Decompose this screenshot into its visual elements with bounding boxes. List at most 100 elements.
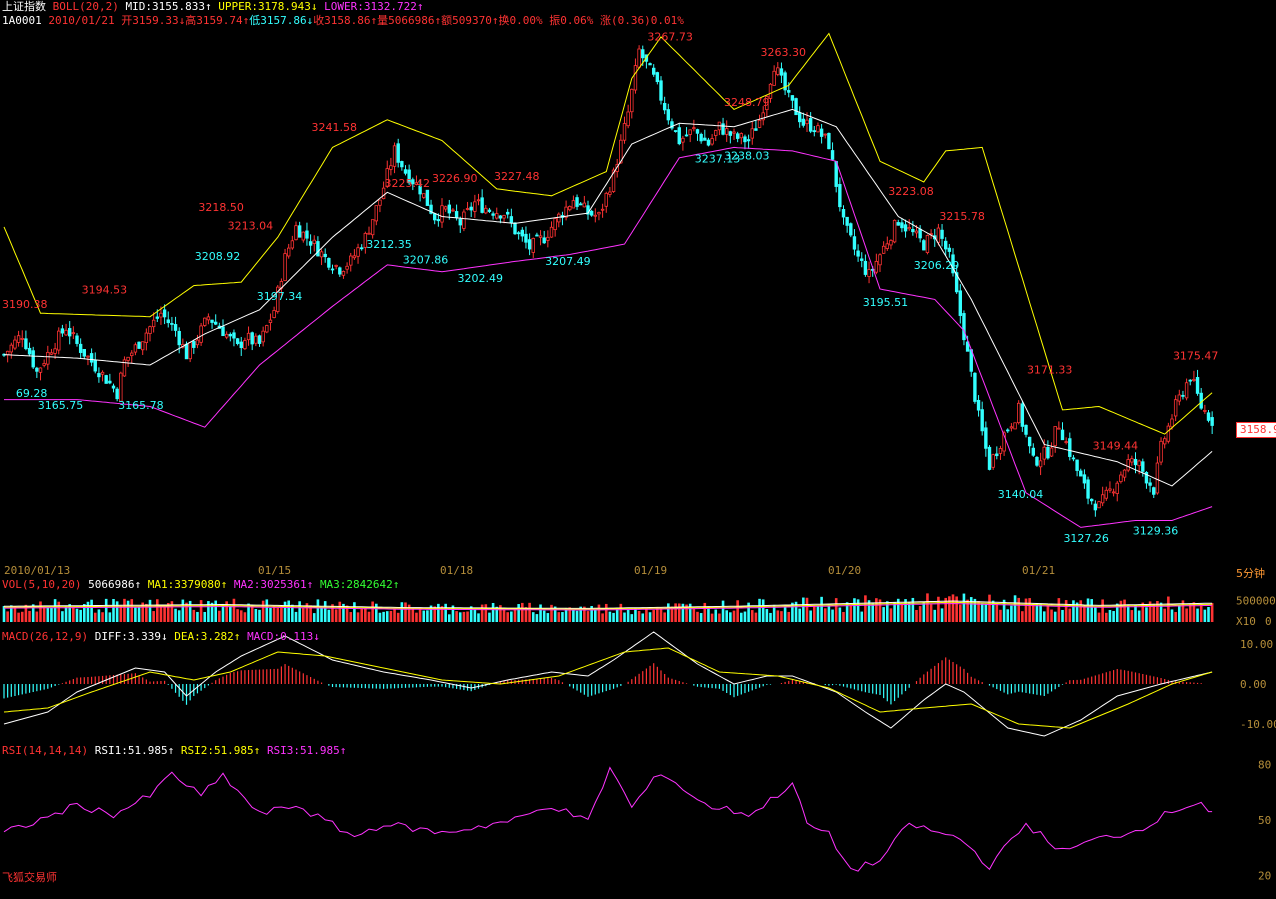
volume-bar: [980, 603, 984, 622]
candle-body: [151, 319, 156, 328]
candle-body: [987, 446, 992, 470]
candle-body: [703, 137, 707, 141]
candle-body: [633, 65, 638, 91]
vol-value: 5066986↑: [88, 578, 142, 591]
price-annotation: 3202.49: [458, 272, 504, 285]
candle-body: [213, 321, 218, 325]
candle-body: [1155, 462, 1160, 494]
period-selector[interactable]: 5分钟: [1236, 565, 1265, 581]
volume-bar: [1079, 600, 1083, 622]
candle-body: [626, 111, 630, 127]
volume-bar: [809, 610, 812, 622]
volume-bar: [736, 600, 739, 622]
volume-bar: [258, 609, 261, 622]
volume-bar: [539, 604, 542, 622]
time-axis-label: 01/21: [1022, 564, 1055, 577]
candle-body: [816, 125, 820, 133]
rsi1-value: RSI1:51.985↑: [94, 744, 175, 757]
volume-bar: [926, 593, 929, 622]
candle-body: [1049, 447, 1054, 457]
volume-bar: [918, 606, 922, 622]
candle-body: [845, 216, 849, 226]
volume-bar: [984, 604, 988, 622]
candle-body: [1079, 470, 1083, 477]
volume-bar: [53, 599, 57, 622]
volume-bar: [692, 608, 696, 622]
volume-bar: [718, 613, 721, 622]
volume-bar: [1185, 608, 1188, 622]
candle-body: [1108, 488, 1112, 491]
volume-bar: [473, 608, 477, 622]
volume-bar: [802, 597, 805, 622]
volume-bar: [203, 611, 207, 622]
candle-body: [111, 385, 116, 389]
volume-bar: [732, 610, 736, 622]
candle-body: [1133, 458, 1138, 466]
volume-bar: [90, 599, 93, 622]
candle-body: [476, 199, 481, 202]
candle-body: [64, 329, 68, 336]
candle-body: [790, 95, 795, 101]
candle-body: [1192, 378, 1196, 381]
brand-label: 飞狐交易师: [2, 871, 57, 884]
volume-bar: [528, 602, 531, 622]
candle-body: [349, 255, 353, 266]
candle-body: [38, 367, 43, 373]
volume-bar: [769, 612, 772, 622]
candle-body: [505, 211, 510, 215]
candle-body: [1111, 491, 1116, 494]
volume-bar: [776, 610, 780, 622]
volume-bar: [517, 604, 520, 622]
candle-body: [1075, 459, 1079, 471]
volume-bar: [597, 604, 601, 622]
volume-bar: [1123, 599, 1126, 622]
volume-bar: [1167, 596, 1170, 622]
volume-bar: [1094, 607, 1097, 622]
candle-body: [714, 130, 718, 136]
volume-bar: [838, 607, 842, 622]
price-annotation: 3241.58: [312, 121, 358, 134]
candle-body: [1046, 446, 1050, 459]
vol-title: VOL(5,10,20): [2, 578, 82, 591]
candle-body: [1181, 394, 1185, 397]
volume-bar: [484, 604, 488, 622]
candle-body: [465, 208, 470, 210]
price-annotation: 3165.75: [38, 399, 84, 412]
candle-body: [1126, 459, 1130, 471]
candle-body: [97, 373, 101, 378]
macd-diff: DIFF:3.339↓: [94, 630, 168, 643]
candle-body: [232, 332, 236, 339]
rsi-panel: 80 50 20: [3, 758, 1271, 883]
candle-body: [1024, 424, 1028, 435]
candle-body: [1119, 474, 1123, 483]
volume-bar: [152, 611, 155, 622]
price-annotation: 3171.33: [1027, 364, 1073, 377]
volume-bar: [860, 611, 864, 622]
candle-body: [148, 326, 152, 334]
rsi-tick: 80: [1258, 758, 1271, 771]
volume-bar: [645, 607, 648, 622]
candle-body: [1082, 474, 1087, 484]
volume-bar: [798, 608, 801, 622]
volume-bar: [130, 599, 134, 622]
candle-body: [228, 333, 232, 337]
candle-body: [487, 209, 492, 212]
time-axis-label: 01/20: [828, 564, 861, 577]
candle-body: [400, 161, 404, 168]
candle-body: [159, 312, 163, 318]
volume-bar: [1010, 605, 1013, 622]
candle-body: [604, 192, 608, 207]
price-annotation: 3215.78: [939, 210, 985, 223]
volume-bar: [831, 609, 834, 622]
candle-body: [20, 338, 24, 340]
vol-header: VOL(5,10,20) 5066986↑ MA1:3379080↑ MA2:3…: [2, 578, 399, 592]
candle-body: [283, 253, 287, 282]
volume-bar: [1028, 598, 1031, 622]
candle-body: [652, 67, 656, 75]
candle-body: [425, 189, 430, 206]
candle-body: [224, 333, 229, 338]
volume-bar: [280, 607, 283, 622]
volume-bar: [371, 601, 374, 622]
quote-turnover: 换0.00%: [498, 14, 543, 27]
vol-unit-label: X10: [1236, 615, 1256, 628]
